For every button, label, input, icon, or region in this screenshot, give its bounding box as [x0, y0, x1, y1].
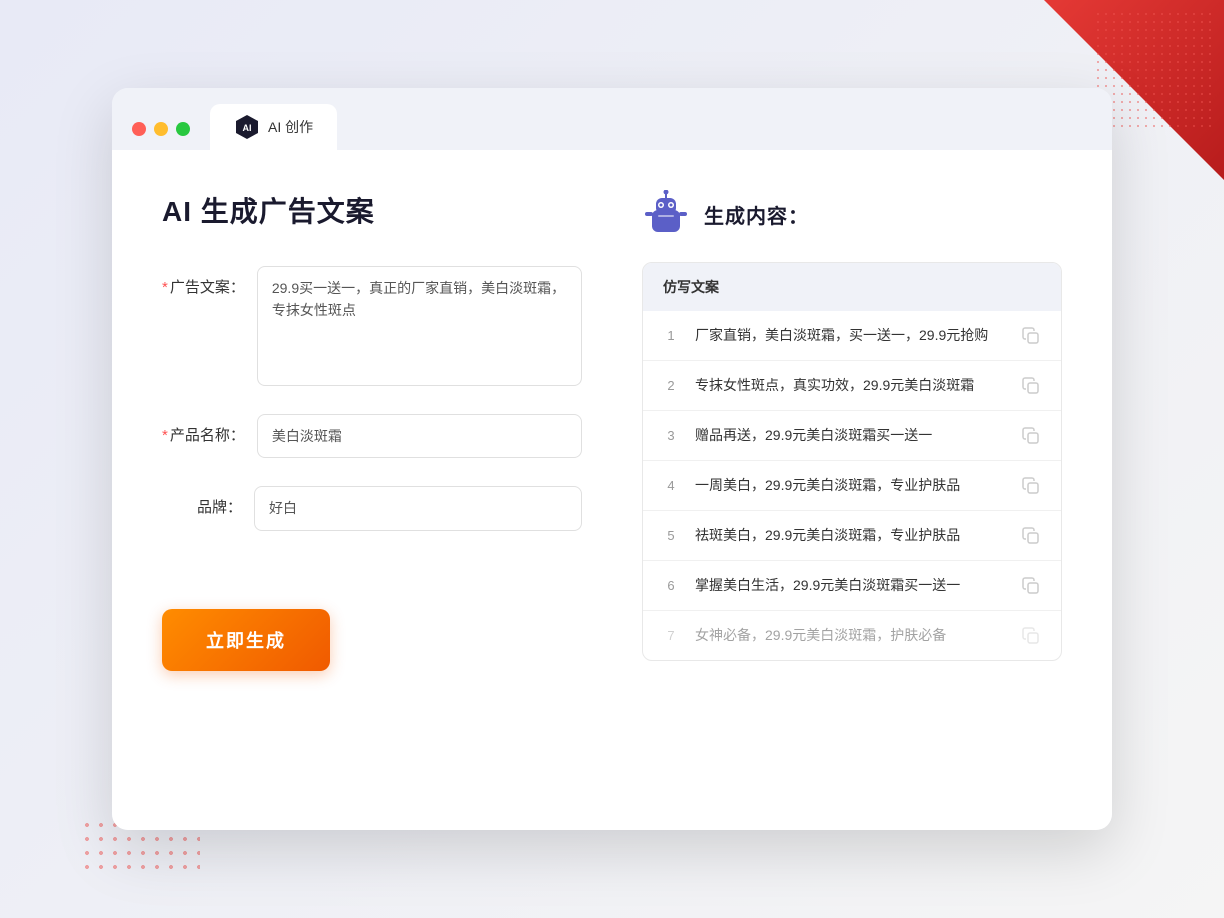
svg-text:AI: AI — [243, 123, 252, 133]
right-title: 生成内容： — [704, 200, 809, 229]
brand-input[interactable] — [254, 486, 582, 530]
result-number: 4 — [663, 478, 679, 493]
window-controls — [132, 122, 190, 150]
product-name-input[interactable] — [257, 414, 582, 458]
results-container: 仿写文案 1 厂家直销，美白淡斑霜，买一送一，29.9元抢购 2 专抹女性斑点，真实… — [642, 262, 1062, 661]
result-text: 厂家直销，美白淡斑霜，买一送一，29.9元抢购 — [695, 325, 1005, 346]
left-panel: AI 生成广告文案 广告文案： 产品名称： 品牌： 立即生成 — [162, 190, 582, 790]
result-number: 2 — [663, 378, 679, 393]
result-text: 专抹女性斑点，真实功效，29.9元美白淡斑霜 — [695, 375, 1005, 396]
title-bar: AI AI 创作 — [112, 88, 1112, 150]
result-text: 掌握美白生活，29.9元美白淡斑霜买一送一 — [695, 575, 1005, 596]
bg-decoration-dots-top — [1094, 10, 1214, 130]
maximize-button[interactable] — [176, 122, 190, 136]
robot-icon — [642, 190, 690, 238]
copy-icon[interactable] — [1021, 376, 1041, 396]
result-item: 3 赠品再送，29.9元美白淡斑霜买一送一 — [643, 411, 1061, 461]
result-item: 2 专抹女性斑点，真实功效，29.9元美白淡斑霜 — [643, 361, 1061, 411]
browser-window: AI AI 创作 AI 生成广告文案 广告文案： 产品名称： 品牌： — [112, 88, 1112, 830]
ad-copy-group: 广告文案： — [162, 266, 582, 386]
ad-copy-label: 广告文案： — [162, 266, 245, 297]
close-button[interactable] — [132, 122, 146, 136]
result-number: 7 — [663, 628, 679, 643]
result-text: 一周美白，29.9元美白淡斑霜，专业护肤品 — [695, 475, 1005, 496]
copy-icon[interactable] — [1021, 426, 1041, 446]
result-item: 4 一周美白，29.9元美白淡斑霜，专业护肤品 — [643, 461, 1061, 511]
copy-icon[interactable] — [1021, 326, 1041, 346]
result-number: 3 — [663, 428, 679, 443]
result-text: 赠品再送，29.9元美白淡斑霜买一送一 — [695, 425, 1005, 446]
result-item: 5 祛斑美白，29.9元美白淡斑霜，专业护肤品 — [643, 511, 1061, 561]
tab-label: AI 创作 — [268, 117, 313, 137]
copy-icon[interactable] — [1021, 526, 1041, 546]
ai-tab[interactable]: AI AI 创作 — [210, 104, 337, 150]
copy-icon[interactable] — [1021, 476, 1041, 496]
minimize-button[interactable] — [154, 122, 168, 136]
result-item: 1 厂家直销，美白淡斑霜，买一送一，29.9元抢购 — [643, 311, 1061, 361]
right-header: 生成内容： — [642, 190, 1062, 238]
product-name-group: 产品名称： — [162, 414, 582, 458]
result-text: 女神必备，29.9元美白淡斑霜，护肤必备 — [695, 625, 1005, 646]
result-number: 6 — [663, 578, 679, 593]
ai-tab-icon: AI — [234, 114, 260, 140]
result-text: 祛斑美白，29.9元美白淡斑霜，专业护肤品 — [695, 525, 1005, 546]
main-content: AI 生成广告文案 广告文案： 产品名称： 品牌： 立即生成 — [112, 150, 1112, 830]
generate-button[interactable]: 立即生成 — [162, 609, 330, 671]
page-title: AI 生成广告文案 — [162, 190, 582, 230]
copy-icon[interactable] — [1021, 626, 1041, 646]
brand-group: 品牌： — [162, 486, 582, 530]
result-item: 6 掌握美白生活，29.9元美白淡斑霜买一送一 — [643, 561, 1061, 611]
results-header: 仿写文案 — [643, 263, 1061, 311]
right-panel: 生成内容： 仿写文案 1 厂家直销，美白淡斑霜，买一送一，29.9元抢购 2 专抹女… — [642, 190, 1062, 790]
result-number: 1 — [663, 328, 679, 343]
result-item: 7 女神必备，29.9元美白淡斑霜，护肤必备 — [643, 611, 1061, 660]
product-name-label: 产品名称： — [162, 414, 245, 445]
copy-icon[interactable] — [1021, 576, 1041, 596]
result-number: 5 — [663, 528, 679, 543]
results-list: 1 厂家直销，美白淡斑霜，买一送一，29.9元抢购 2 专抹女性斑点，真实功效，29… — [643, 311, 1061, 660]
brand-label: 品牌： — [162, 486, 242, 517]
ad-copy-input[interactable] — [257, 266, 582, 386]
